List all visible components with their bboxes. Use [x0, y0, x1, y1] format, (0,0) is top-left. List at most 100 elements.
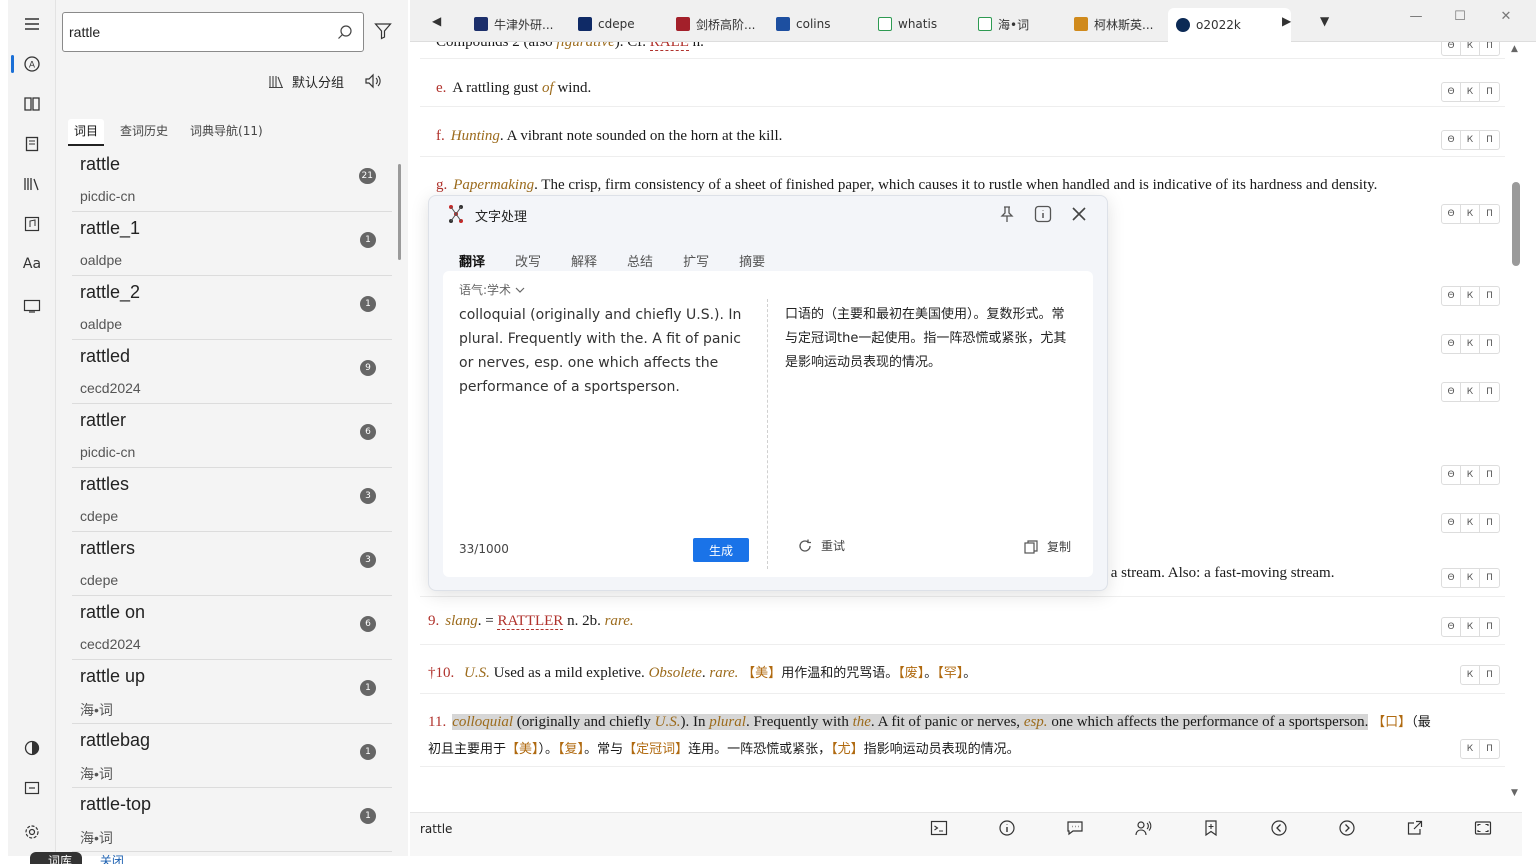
library-icon[interactable] — [20, 172, 44, 196]
entry-action-a[interactable]: Θ — [1442, 42, 1461, 55]
bottom-tab-library[interactable]: 词库 — [30, 852, 83, 864]
entry-action-b[interactable]: К — [1461, 618, 1480, 636]
entry-action-a[interactable]: Θ — [1442, 83, 1461, 101]
close-icon[interactable] — [1069, 204, 1089, 224]
tab-history[interactable]: 查词历史 — [114, 119, 174, 146]
close-window-button[interactable]: ✕ — [1496, 8, 1516, 24]
tab-expand[interactable]: 扩写 — [683, 251, 709, 270]
search-icon[interactable] — [337, 24, 353, 40]
tab-dict-whatis[interactable]: whatis — [870, 10, 945, 38]
info-icon[interactable] — [1033, 204, 1053, 224]
entry-action-b[interactable]: К — [1461, 131, 1480, 149]
notebook-icon[interactable] — [20, 132, 44, 156]
scrollbar-thumb[interactable] — [1512, 182, 1520, 266]
cross-reference-link[interactable]: RATTLER — [497, 613, 564, 630]
maximize-button[interactable]: ☐ — [1450, 8, 1470, 24]
entry-action-a[interactable]: Θ — [1442, 335, 1461, 353]
tab-dict-cambridge[interactable]: 剑桥高阶... — [668, 10, 763, 38]
entry-action-a[interactable]: Θ — [1442, 383, 1461, 401]
list-item[interactable]: rattle_2 oaldpe 1 — [72, 276, 392, 340]
entry-action-c[interactable]: П — [1480, 466, 1499, 484]
entry-action-b[interactable]: К — [1461, 666, 1480, 684]
group-selector[interactable]: 默认分组 — [268, 70, 344, 92]
entry-action-c[interactable]: П — [1480, 131, 1499, 149]
open-external-icon[interactable] — [1406, 819, 1424, 837]
entry-action-c[interactable]: П — [1480, 618, 1499, 636]
tab-entries[interactable]: 词目 — [68, 119, 105, 146]
entry-action-c[interactable]: П — [1480, 287, 1499, 305]
entry-action-b[interactable]: К — [1461, 514, 1480, 532]
entry-action-c[interactable]: П — [1480, 569, 1499, 587]
scroll-down-icon[interactable]: ▼ — [1511, 788, 1518, 798]
list-item[interactable]: rattles cdepe 3 — [72, 468, 392, 532]
entry-action-b[interactable]: К — [1461, 569, 1480, 587]
tab-dict-nav[interactable]: 词典导航(11) — [184, 119, 269, 146]
comment-icon[interactable] — [1066, 819, 1084, 837]
pin-icon[interactable] — [997, 204, 1017, 224]
fullscreen-icon[interactable] — [1474, 819, 1492, 837]
lookup-icon[interactable]: A — [20, 52, 44, 76]
list-item[interactable]: rattle picdic-cn 21 — [72, 148, 392, 212]
screen-capture-icon[interactable] — [20, 294, 44, 318]
audio-book-icon[interactable] — [20, 212, 44, 236]
entry-action-c[interactable]: П — [1480, 83, 1499, 101]
window-switch-icon[interactable] — [20, 776, 44, 800]
entry-action-a[interactable]: Θ — [1442, 205, 1461, 223]
generate-button[interactable]: 生成 — [693, 538, 749, 562]
content-scrollbar[interactable]: ▲ ▼ — [1510, 42, 1522, 802]
menu-icon[interactable] — [20, 12, 44, 36]
book-icon[interactable] — [20, 92, 44, 116]
filter-icon[interactable] — [374, 22, 392, 40]
bookmark-add-icon[interactable] — [1202, 819, 1220, 837]
list-item[interactable]: rattlers cdepe 3 — [72, 532, 392, 596]
list-scrollbar[interactable] — [398, 164, 401, 260]
copy-button[interactable]: 复制 — [1023, 538, 1071, 555]
search-box[interactable] — [62, 12, 364, 52]
tab-scroll-left-icon[interactable]: ◀ — [432, 14, 441, 28]
list-item[interactable]: rattle on cecd2024 6 — [72, 596, 392, 660]
tab-dict-collins-en[interactable]: 柯林斯英... — [1066, 10, 1161, 38]
entry-action-c[interactable]: П — [1480, 42, 1499, 55]
entry-action-b[interactable]: К — [1461, 335, 1480, 353]
theme-toggle-icon[interactable] — [20, 736, 44, 760]
entry-action-c[interactable]: П — [1480, 514, 1499, 532]
settings-gear-icon[interactable] — [20, 820, 44, 844]
tab-dict-o2022k[interactable]: o2022k — [1168, 8, 1291, 42]
tab-abstract[interactable]: 摘要 — [739, 251, 765, 270]
list-item[interactable]: rattle-top 海•词 1 — [72, 788, 392, 852]
list-item[interactable]: rattle up 海•词 1 — [72, 660, 392, 724]
entry-action-b[interactable]: К — [1461, 466, 1480, 484]
entry-action-a[interactable]: Θ — [1442, 569, 1461, 587]
tab-explain[interactable]: 解释 — [571, 251, 597, 270]
entry-action-c[interactable]: П — [1480, 383, 1499, 401]
back-arrow-icon[interactable] — [1270, 819, 1288, 837]
source-text-area[interactable]: colloquial (originally and chiefly U.S.)… — [459, 303, 755, 399]
bottom-tab-close[interactable]: 关闭 — [100, 854, 124, 864]
tab-dict-cdepe[interactable]: cdepe — [570, 10, 643, 38]
tab-rewrite[interactable]: 改写 — [515, 251, 541, 270]
list-item[interactable]: rattler picdic-cn 6 — [72, 404, 392, 468]
speaker-icon[interactable] — [364, 72, 382, 90]
list-item[interactable]: rattled cecd2024 9 — [72, 340, 392, 404]
cross-reference-link[interactable]: RALE — [649, 42, 689, 51]
list-item[interactable]: rattle_1 oaldpe 1 — [72, 212, 392, 276]
search-input[interactable] — [69, 19, 329, 45]
tab-dict-colins[interactable]: colins — [768, 10, 838, 38]
tab-dict-haici[interactable]: 海•词 — [970, 10, 1037, 38]
entry-action-b[interactable]: К — [1461, 383, 1480, 401]
entry-action-a[interactable]: Θ — [1442, 514, 1461, 532]
tab-list-dropdown-icon[interactable]: ▼ — [1320, 14, 1329, 28]
tab-scroll-right-icon[interactable]: ▶ — [1282, 14, 1291, 28]
tab-dict-oxford-fltrp[interactable]: 牛津外研... — [466, 10, 561, 38]
font-size-icon[interactable]: Aa — [20, 252, 44, 276]
tone-selector[interactable]: 语气:学术 — [459, 281, 525, 298]
terminal-icon[interactable] — [930, 819, 948, 837]
entry-action-b[interactable]: К — [1461, 205, 1480, 223]
entry-action-b[interactable]: К — [1461, 740, 1480, 758]
entry-action-c[interactable]: П — [1480, 666, 1499, 684]
retry-button[interactable]: 重试 — [797, 537, 845, 554]
entry-action-c[interactable]: П — [1480, 335, 1499, 353]
entry-action-c[interactable]: П — [1480, 740, 1499, 758]
entry-action-a[interactable]: Θ — [1442, 287, 1461, 305]
entry-action-a[interactable]: Θ — [1442, 131, 1461, 149]
